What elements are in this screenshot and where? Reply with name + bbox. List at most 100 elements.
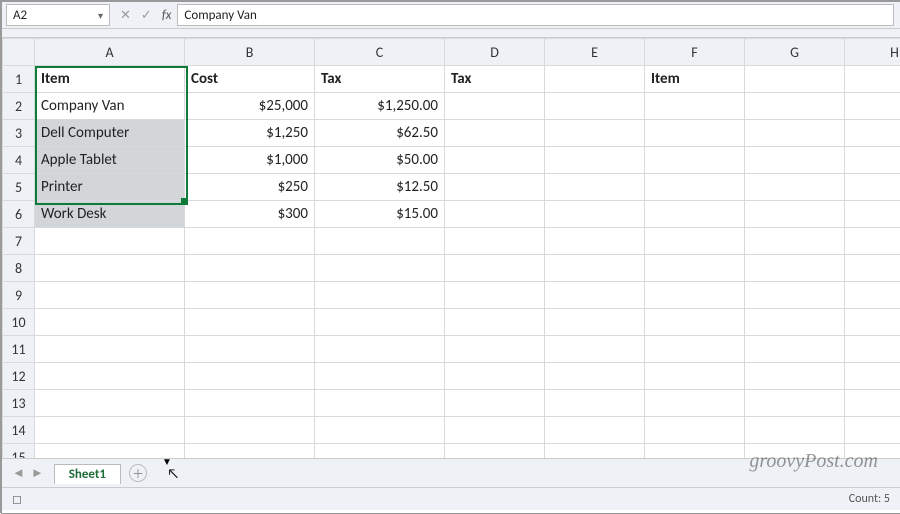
cell-E14[interactable] bbox=[545, 417, 645, 444]
cell-C7[interactable] bbox=[315, 228, 445, 255]
col-header-B[interactable]: B bbox=[185, 39, 315, 66]
add-sheet-button[interactable]: ＋ bbox=[129, 464, 147, 482]
cell-E12[interactable] bbox=[545, 363, 645, 390]
cell-C3[interactable]: $62.50 bbox=[315, 120, 445, 147]
row-header-13[interactable]: 13 bbox=[3, 390, 35, 417]
cell-A3[interactable]: Dell Computer bbox=[35, 120, 185, 147]
cell-H12[interactable] bbox=[845, 363, 900, 390]
cell-D2[interactable] bbox=[445, 93, 545, 120]
cell-D7[interactable] bbox=[445, 228, 545, 255]
formula-input[interactable]: Company Van bbox=[177, 4, 894, 26]
cell-E15[interactable] bbox=[545, 444, 645, 459]
row-header-7[interactable]: 7 bbox=[3, 228, 35, 255]
cell-F9[interactable] bbox=[645, 282, 745, 309]
cell-H4[interactable] bbox=[845, 147, 900, 174]
cell-H7[interactable] bbox=[845, 228, 900, 255]
cell-E4[interactable] bbox=[545, 147, 645, 174]
fx-icon[interactable]: fx bbox=[162, 8, 172, 23]
cell-B2[interactable]: $25,000 bbox=[185, 93, 315, 120]
cell-A6[interactable]: Work Desk bbox=[35, 201, 185, 228]
cell-C13[interactable] bbox=[315, 390, 445, 417]
spreadsheet-grid[interactable]: ABCDEFGH 1ItemCostTaxTaxItem2Company Van… bbox=[2, 38, 900, 458]
cell-C10[interactable] bbox=[315, 309, 445, 336]
cell-H2[interactable] bbox=[845, 93, 900, 120]
cell-H1[interactable] bbox=[845, 66, 900, 93]
cell-C5[interactable]: $12.50 bbox=[315, 174, 445, 201]
enter-icon[interactable]: ✓ bbox=[141, 8, 152, 23]
select-all-corner[interactable] bbox=[3, 39, 35, 66]
cell-C12[interactable] bbox=[315, 363, 445, 390]
cell-B4[interactable]: $1,000 bbox=[185, 147, 315, 174]
row-header-1[interactable]: 1 bbox=[3, 66, 35, 93]
tab-next-icon[interactable]: ► bbox=[31, 465, 44, 481]
row-header-12[interactable]: 12 bbox=[3, 363, 35, 390]
cell-E11[interactable] bbox=[545, 336, 645, 363]
cell-H13[interactable] bbox=[845, 390, 900, 417]
cell-H5[interactable] bbox=[845, 174, 900, 201]
cell-E5[interactable] bbox=[545, 174, 645, 201]
cell-E8[interactable] bbox=[545, 255, 645, 282]
cell-D15[interactable] bbox=[445, 444, 545, 459]
cell-D13[interactable] bbox=[445, 390, 545, 417]
cell-B10[interactable] bbox=[185, 309, 315, 336]
cell-C8[interactable] bbox=[315, 255, 445, 282]
cell-D12[interactable] bbox=[445, 363, 545, 390]
cell-B9[interactable] bbox=[185, 282, 315, 309]
cell-F15[interactable] bbox=[645, 444, 745, 459]
col-header-D[interactable]: D bbox=[445, 39, 545, 66]
cell-B7[interactable] bbox=[185, 228, 315, 255]
cell-C9[interactable] bbox=[315, 282, 445, 309]
cell-G11[interactable] bbox=[745, 336, 845, 363]
cell-G9[interactable] bbox=[745, 282, 845, 309]
cell-D6[interactable] bbox=[445, 201, 545, 228]
row-header-2[interactable]: 2 bbox=[3, 93, 35, 120]
cell-B12[interactable] bbox=[185, 363, 315, 390]
col-header-A[interactable]: A bbox=[35, 39, 185, 66]
cell-A7[interactable] bbox=[35, 228, 185, 255]
row-header-5[interactable]: 5 bbox=[3, 174, 35, 201]
cell-F12[interactable] bbox=[645, 363, 745, 390]
cell-D9[interactable] bbox=[445, 282, 545, 309]
cell-F10[interactable] bbox=[645, 309, 745, 336]
cell-E2[interactable] bbox=[545, 93, 645, 120]
cell-D4[interactable] bbox=[445, 147, 545, 174]
cell-C6[interactable]: $15.00 bbox=[315, 201, 445, 228]
cell-E9[interactable] bbox=[545, 282, 645, 309]
cell-A4[interactable]: Apple Tablet bbox=[35, 147, 185, 174]
row-header-6[interactable]: 6 bbox=[3, 201, 35, 228]
cell-F8[interactable] bbox=[645, 255, 745, 282]
cell-B5[interactable]: $250 bbox=[185, 174, 315, 201]
cell-G4[interactable] bbox=[745, 147, 845, 174]
row-header-15[interactable]: 15 bbox=[3, 444, 35, 459]
cell-D11[interactable] bbox=[445, 336, 545, 363]
cell-B14[interactable] bbox=[185, 417, 315, 444]
cell-B13[interactable] bbox=[185, 390, 315, 417]
cell-G2[interactable] bbox=[745, 93, 845, 120]
cell-G10[interactable] bbox=[745, 309, 845, 336]
cell-C4[interactable]: $50.00 bbox=[315, 147, 445, 174]
cell-A5[interactable]: Printer bbox=[35, 174, 185, 201]
tab-prev-icon[interactable]: ◄ bbox=[12, 465, 25, 481]
cell-H15[interactable] bbox=[845, 444, 900, 459]
cell-A13[interactable] bbox=[35, 390, 185, 417]
cell-A8[interactable] bbox=[35, 255, 185, 282]
cell-G15[interactable] bbox=[745, 444, 845, 459]
chevron-down-icon[interactable]: ▾ bbox=[98, 9, 103, 22]
cancel-icon[interactable]: ✕ bbox=[120, 8, 131, 23]
cell-H9[interactable] bbox=[845, 282, 900, 309]
cell-A2[interactable]: Company Van bbox=[35, 93, 185, 120]
cell-F11[interactable] bbox=[645, 336, 745, 363]
cell-G7[interactable] bbox=[745, 228, 845, 255]
cell-G14[interactable] bbox=[745, 417, 845, 444]
cell-F1[interactable]: Item bbox=[645, 66, 745, 93]
cell-E13[interactable] bbox=[545, 390, 645, 417]
cell-E1[interactable] bbox=[545, 66, 645, 93]
col-header-H[interactable]: H bbox=[845, 39, 900, 66]
col-header-E[interactable]: E bbox=[545, 39, 645, 66]
cell-F3[interactable] bbox=[645, 120, 745, 147]
cell-F4[interactable] bbox=[645, 147, 745, 174]
cell-D8[interactable] bbox=[445, 255, 545, 282]
cell-C2[interactable]: $1,250.00 bbox=[315, 93, 445, 120]
cell-H3[interactable] bbox=[845, 120, 900, 147]
row-header-8[interactable]: 8 bbox=[3, 255, 35, 282]
